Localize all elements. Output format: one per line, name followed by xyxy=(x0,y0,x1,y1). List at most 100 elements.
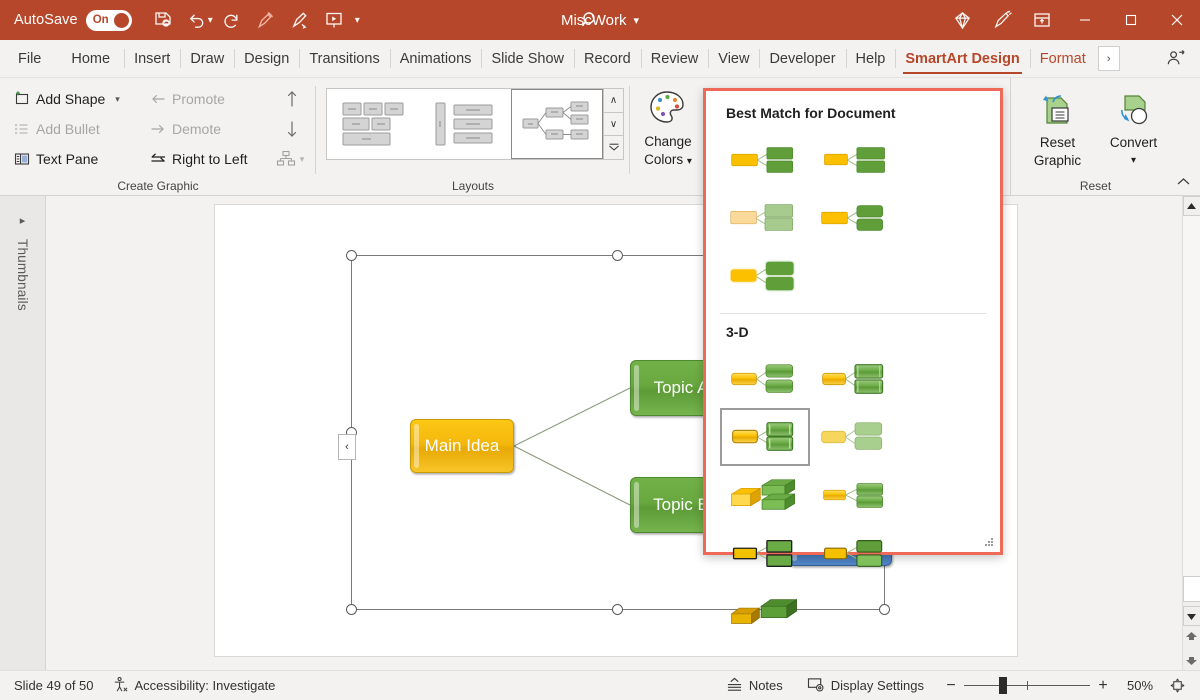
thumbnails-pane[interactable]: ▸ Thumbnails xyxy=(0,196,46,670)
quick-access-more-icon[interactable]: ▾ xyxy=(355,15,360,26)
reset-graphic-button[interactable]: Reset Graphic xyxy=(1021,82,1095,174)
gallery-item-subtle-effect-4[interactable] xyxy=(810,189,900,247)
move-down-button[interactable] xyxy=(266,119,318,139)
ink-highlighter-icon[interactable] xyxy=(283,3,317,37)
prev-slide-icon[interactable] xyxy=(1183,626,1200,648)
tab-help[interactable]: Help xyxy=(845,40,896,77)
gallery-item-3d-inset[interactable] xyxy=(810,350,900,408)
gallery-item-3d-metallic-scene[interactable] xyxy=(720,524,810,582)
convert-button[interactable]: Convert ▾ xyxy=(1097,82,1171,174)
zoom-slider[interactable]: − + xyxy=(938,677,1116,695)
layouts-gallery-scrollbar[interactable]: ∧ ∨ xyxy=(604,88,624,160)
slide-canvas-area[interactable]: ‹ Main Idea Topic A Topic B xyxy=(46,196,1182,670)
smartart-styles-gallery-panel[interactable]: Best Match for Document 3-D xyxy=(703,88,1003,625)
gallery-item-subtle-effect-1[interactable] xyxy=(720,131,810,189)
tab-design[interactable]: Design xyxy=(234,40,299,77)
layout-options-button[interactable]: ▾ xyxy=(266,150,318,168)
gallery-item-subtle-effect-5[interactable] xyxy=(720,247,810,305)
scrollbar-thumb[interactable] xyxy=(1182,576,1200,602)
change-colors-chevron-icon[interactable]: ▾ xyxy=(687,156,692,167)
gallery-item-3d-flat-scene[interactable] xyxy=(810,466,900,524)
close-button[interactable] xyxy=(1154,0,1200,40)
add-shape-chevron-icon[interactable]: ▾ xyxy=(111,94,124,105)
tab-slide-show[interactable]: Slide Show xyxy=(481,40,574,77)
right-to-left-button[interactable]: Right to Left xyxy=(142,146,266,172)
gallery-item-subtle-effect-2[interactable] xyxy=(810,131,900,189)
layout-thumb-basic-block-list[interactable] xyxy=(327,89,419,159)
layouts-gallery[interactable] xyxy=(326,88,604,160)
scroll-down-button[interactable] xyxy=(1182,606,1200,626)
layout-thumb-vertical-chevron-list[interactable] xyxy=(419,89,511,159)
layouts-scroll-up-button[interactable]: ∧ xyxy=(604,89,623,113)
tab-home[interactable]: Home xyxy=(57,40,124,77)
designer-pen-icon[interactable] xyxy=(982,0,1022,40)
accessibility-icon xyxy=(112,676,129,696)
tab-view[interactable]: View xyxy=(708,40,759,77)
redo-icon[interactable] xyxy=(215,3,249,37)
tab-review[interactable]: Review xyxy=(640,40,709,77)
maximize-button[interactable] xyxy=(1108,0,1154,40)
zoom-out-button[interactable]: − xyxy=(938,677,964,695)
reset-graphic-icon xyxy=(1037,92,1079,133)
convert-chevron-icon[interactable]: ▾ xyxy=(1131,152,1136,169)
chevron-right-icon[interactable]: ▸ xyxy=(20,214,26,227)
zoom-in-button[interactable]: + xyxy=(1090,677,1116,695)
slide-counter[interactable]: Slide 49 of 50 xyxy=(14,678,94,693)
change-colors-label-line2: Colors ▾ xyxy=(644,151,692,167)
zoom-thumb[interactable] xyxy=(999,677,1008,694)
add-shape-button[interactable]: Add Shape xyxy=(6,86,111,112)
move-up-button[interactable] xyxy=(266,89,318,109)
ribbon-display-options-icon[interactable] xyxy=(1022,0,1062,40)
undo-dropdown-chevron[interactable]: ▾ xyxy=(208,15,213,26)
tab-draw[interactable]: Draw xyxy=(180,40,234,77)
resize-grip-icon[interactable] xyxy=(985,538,993,546)
gallery-item-3d-sunset-scene[interactable] xyxy=(810,524,900,582)
layout-options-chevron-icon[interactable]: ▾ xyxy=(296,154,309,165)
start-presentation-icon[interactable] xyxy=(317,3,351,37)
tab-format[interactable]: Format xyxy=(1029,40,1096,77)
gallery-item-3d-polished[interactable] xyxy=(720,350,810,408)
share-button[interactable] xyxy=(1151,40,1200,77)
tab-developer[interactable]: Developer xyxy=(759,40,845,77)
save-icon[interactable] xyxy=(146,3,180,37)
tab-record[interactable]: Record xyxy=(573,40,641,77)
tab-smartart-design[interactable]: SmartArt Design xyxy=(895,40,1029,77)
notes-button[interactable]: Notes xyxy=(716,677,793,695)
microsoft-365-diamond-icon[interactable] xyxy=(942,0,982,40)
document-title-chevron-icon[interactable]: ▾ xyxy=(634,14,640,27)
gallery-item-3d-brick-scene[interactable] xyxy=(720,466,810,524)
gallery-item-3d-cartoon[interactable] xyxy=(720,408,810,466)
search-button[interactable] xyxy=(560,0,620,40)
autosave-toggle[interactable]: On xyxy=(85,9,132,31)
gallery-item-3d-powder[interactable] xyxy=(810,408,900,466)
zoom-level-label[interactable]: 50% xyxy=(1120,678,1160,693)
promote-button[interactable]: Promote xyxy=(142,86,266,112)
layouts-more-button[interactable] xyxy=(604,136,623,159)
scrollbar-track[interactable] xyxy=(1182,216,1200,576)
layout-thumb-horizontal-hierarchy[interactable] xyxy=(511,89,603,159)
gallery-item-3d-birds-eye-scene[interactable] xyxy=(720,582,810,640)
smartart-node-main-idea[interactable]: Main Idea xyxy=(410,419,514,473)
vertical-scrollbar[interactable] xyxy=(1182,196,1200,670)
change-colors-button[interactable]: Change Colors ▾ xyxy=(636,81,700,173)
tab-transitions[interactable]: Transitions xyxy=(299,40,389,77)
gallery-item-subtle-effect-3[interactable] xyxy=(720,189,810,247)
zoom-track[interactable] xyxy=(964,677,1090,694)
add-shape-label: Add Shape xyxy=(36,91,106,107)
minimize-button[interactable] xyxy=(1062,0,1108,40)
next-slide-icon[interactable] xyxy=(1183,648,1200,670)
layouts-scroll-down-button[interactable]: ∨ xyxy=(604,113,623,137)
tab-insert[interactable]: Insert xyxy=(124,40,180,77)
fit-to-window-button[interactable] xyxy=(1164,677,1190,694)
text-pane-button[interactable]: Text Pane xyxy=(6,146,104,172)
accessibility-status[interactable]: Accessibility: Investigate xyxy=(112,676,275,696)
add-bullet-button[interactable]: Add Bullet xyxy=(6,116,106,142)
scroll-up-button[interactable] xyxy=(1182,196,1200,216)
tab-animations[interactable]: Animations xyxy=(389,40,482,77)
display-settings-button[interactable]: Display Settings xyxy=(797,677,934,695)
tabs-overflow-button[interactable]: › xyxy=(1097,46,1120,71)
collapse-ribbon-button[interactable] xyxy=(1172,171,1194,191)
demote-button[interactable]: Demote xyxy=(142,116,266,142)
tab-file[interactable]: File xyxy=(0,40,57,77)
ink-pen-icon[interactable] xyxy=(249,3,283,37)
